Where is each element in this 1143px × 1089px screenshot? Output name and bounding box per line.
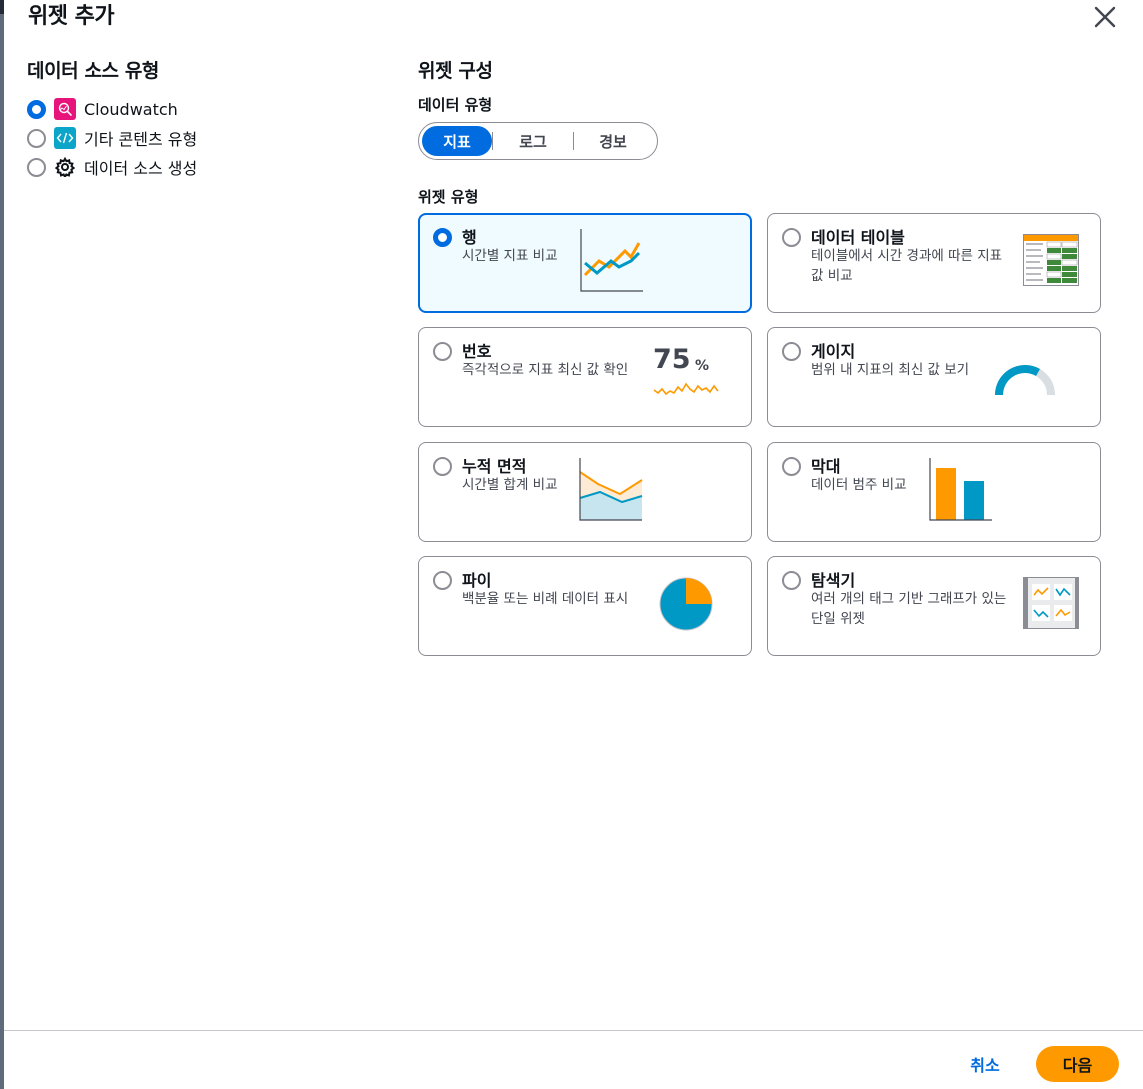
widget-type-data-table[interactable]: 데이터 테이블 테이블에서 시간 경과에 따른 지표 값 비교 xyxy=(767,213,1101,313)
radio-bar[interactable] xyxy=(782,457,801,476)
widget-config-heading: 위젯 구성 xyxy=(418,60,493,82)
number-value: 75 xyxy=(653,344,691,375)
data-source-label: 기타 콘텐츠 유형 xyxy=(84,130,198,149)
widget-type-desc: 시간별 지표 비교 xyxy=(462,248,558,264)
cloudwatch-icon xyxy=(54,98,76,120)
explorer-icon xyxy=(1023,577,1079,629)
radio-create-source[interactable] xyxy=(27,157,46,177)
radio-data-table[interactable] xyxy=(782,228,801,247)
window-frame-corner xyxy=(0,0,4,14)
widget-type-desc: 테이블에서 시간 경과에 따른 지표 값 비교 xyxy=(811,248,1003,284)
widget-type-title: 번호 xyxy=(462,342,492,361)
dialog-title: 위젯 추가 xyxy=(28,4,115,29)
data-type-segmented-control: 지표 로그 경보 xyxy=(418,122,658,160)
widget-type-desc: 데이터 범주 비교 xyxy=(811,477,907,493)
number-unit: % xyxy=(695,358,710,374)
widget-type-line[interactable]: 행 시간별 지표 비교 xyxy=(418,213,752,313)
widget-type-title: 막대 xyxy=(811,457,841,476)
gauge-icon xyxy=(995,365,1055,396)
widget-type-title: 행 xyxy=(462,228,477,247)
close-icon xyxy=(1094,6,1116,28)
widget-type-title: 게이지 xyxy=(811,342,856,361)
data-type-label: 데이터 유형 xyxy=(418,96,493,114)
line-chart-icon xyxy=(580,229,643,292)
widget-type-title: 데이터 테이블 xyxy=(811,228,905,247)
gear-icon xyxy=(54,156,76,178)
data-source-label: 데이터 소스 생성 xyxy=(84,159,198,178)
data-source-option-create[interactable]: 데이터 소스 생성 xyxy=(27,156,197,178)
widget-type-desc: 백분율 또는 비례 데이터 표시 xyxy=(462,591,629,607)
sparkline-icon xyxy=(653,382,719,396)
window-frame-edge xyxy=(0,0,4,1089)
data-type-logs[interactable]: 로그 xyxy=(493,126,573,156)
radio-pie[interactable] xyxy=(433,571,452,590)
code-icon xyxy=(54,127,76,149)
data-source-label: Cloudwatch xyxy=(84,99,178,119)
widget-type-gauge[interactable]: 게이지 범위 내 지표의 최신 값 보기 xyxy=(767,327,1101,427)
radio-stacked-area[interactable] xyxy=(433,457,452,476)
data-source-option-cloudwatch[interactable]: Cloudwatch xyxy=(27,98,178,120)
stacked-area-icon xyxy=(579,458,643,521)
widget-type-desc: 범위 내 지표의 최신 값 보기 xyxy=(811,362,970,378)
data-source-heading: 데이터 소스 유형 xyxy=(27,60,159,82)
radio-other-content[interactable] xyxy=(27,128,46,148)
radio-explorer[interactable] xyxy=(782,571,801,590)
widget-type-stacked-area[interactable]: 누적 면적 시간별 합계 비교 xyxy=(418,442,752,542)
close-button[interactable] xyxy=(1090,2,1120,32)
widget-type-explorer[interactable]: 탐색기 여러 개의 태그 기반 그래프가 있는 단일 위젯 xyxy=(767,556,1101,656)
pie-chart-icon xyxy=(659,577,713,631)
radio-line[interactable] xyxy=(433,228,452,247)
widget-type-title: 탐색기 xyxy=(811,571,856,590)
widget-type-pie[interactable]: 파이 백분율 또는 비례 데이터 표시 xyxy=(418,556,752,656)
bar-chart-icon xyxy=(929,458,992,521)
data-table-icon xyxy=(1023,234,1079,286)
radio-gauge[interactable] xyxy=(782,342,801,361)
widget-type-title: 파이 xyxy=(462,571,492,590)
widget-type-desc: 즉각적으로 지표 최신 값 확인 xyxy=(462,362,629,378)
widget-type-number[interactable]: 번호 즉각적으로 지표 최신 값 확인 75 % xyxy=(418,327,752,427)
widget-type-desc: 여러 개의 태그 기반 그래프가 있는 단일 위젯 xyxy=(811,591,1007,627)
widget-type-label: 위젯 유형 xyxy=(418,188,479,206)
data-source-option-other-content[interactable]: 기타 콘텐츠 유형 xyxy=(27,127,197,149)
radio-number[interactable] xyxy=(433,342,452,361)
widget-type-bar[interactable]: 막대 데이터 범주 비교 xyxy=(767,442,1101,542)
widget-type-title: 누적 면적 xyxy=(462,457,527,476)
footer-divider xyxy=(4,1030,1143,1031)
data-type-metrics[interactable]: 지표 xyxy=(422,126,492,156)
data-type-alarms[interactable]: 경보 xyxy=(574,126,652,156)
next-button[interactable]: 다음 xyxy=(1036,1046,1119,1082)
widget-type-desc: 시간별 합계 비교 xyxy=(462,477,558,493)
radio-cloudwatch[interactable] xyxy=(27,99,46,119)
cancel-button[interactable]: 취소 xyxy=(955,1048,1015,1080)
